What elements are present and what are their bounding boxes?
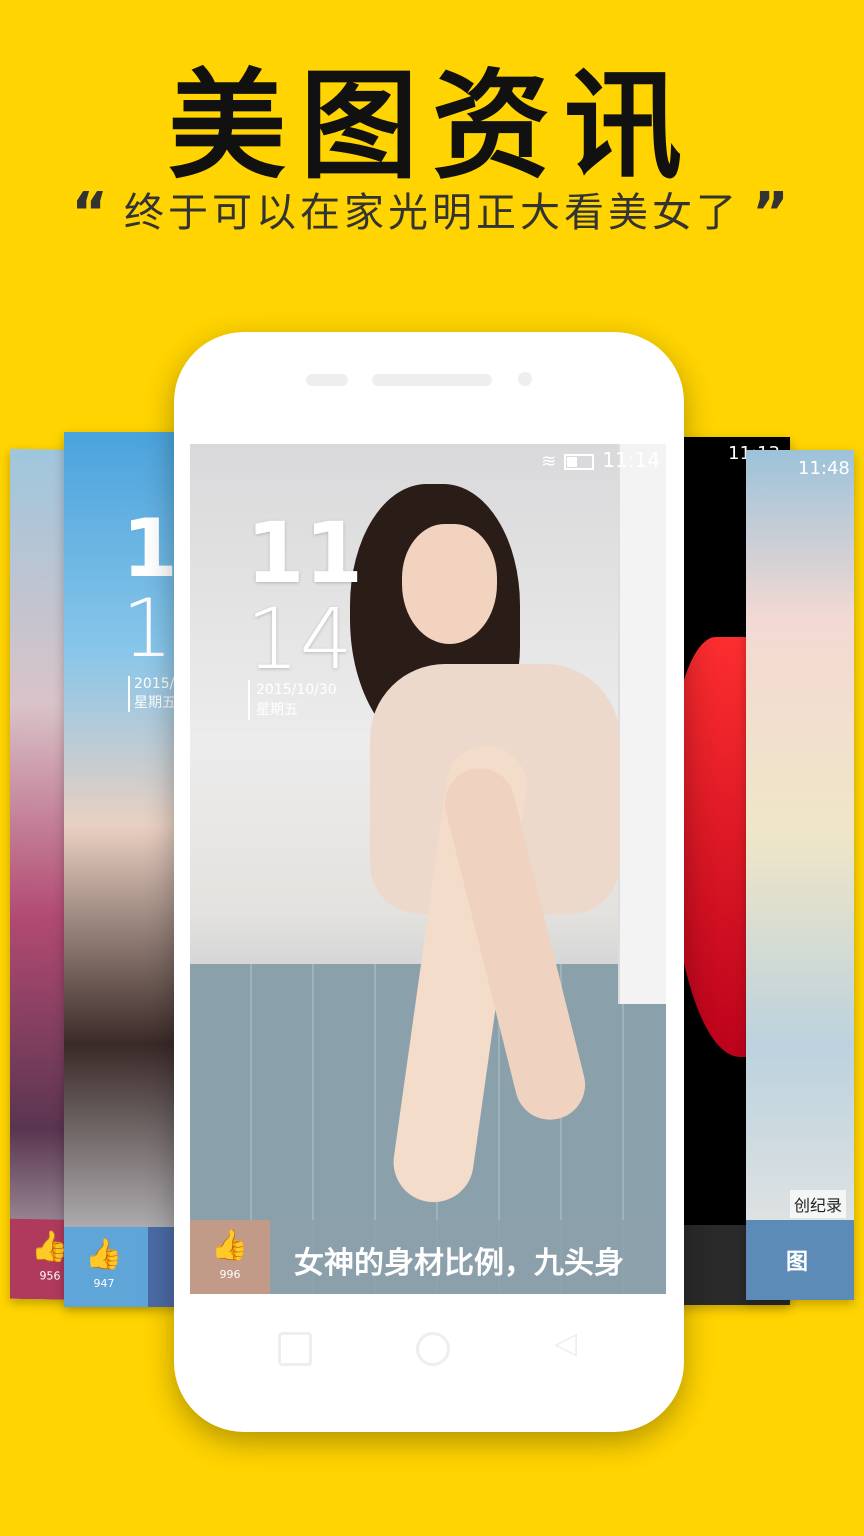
thumbs-up-icon: 👍 (211, 1228, 249, 1263)
caption-text[interactable]: 女神的身材比例，九头身 (294, 1238, 624, 1282)
tagline: “ 终于可以在家光明正大看美女了 ” (0, 180, 864, 246)
clock-minute: 14 (246, 590, 353, 688)
like-count: 996 (219, 1268, 241, 1281)
wall-corner (618, 444, 666, 1004)
status-time: 11:14 (602, 448, 660, 472)
like-count: 947 (93, 1277, 115, 1290)
like-button[interactable]: 👍 947 (64, 1227, 144, 1307)
card-label: 创纪录 (790, 1190, 847, 1218)
card-caption: 图 (786, 1250, 809, 1275)
thumbs-up-icon: 👍 (85, 1237, 123, 1272)
lockscreen[interactable]: ≋ 11:14 11 14 2015/10/30 星期五 👍 996 女神的身材比… (190, 444, 666, 1294)
card-bottom-bar: 图 (746, 1220, 854, 1300)
date-block: 2015/10/30 星期五 (248, 680, 337, 720)
wifi-icon: ≋ (541, 451, 557, 472)
front-camera (518, 372, 532, 386)
tagline-text: 终于可以在家光明正大看美女了 (124, 190, 740, 236)
recents-nav-icon[interactable] (278, 1332, 312, 1366)
phone-mockup: ≋ 11:14 11 14 2015/10/30 星期五 👍 996 女神的身材比… (174, 332, 684, 1432)
battery-icon (564, 453, 595, 470)
status-bar: ≋ 11:14 (541, 448, 660, 472)
open-quote: “ (71, 181, 112, 246)
card-status-time: 11:48 (798, 458, 850, 479)
weekday-text: 星期五 (256, 702, 298, 718)
caption-bar[interactable]: 👍 996 女神的身材比例，九头身 (190, 1220, 666, 1294)
date-text: 2015/10/30 (256, 682, 337, 698)
sensor (306, 374, 348, 386)
clock-hour: 11 (246, 504, 363, 602)
close-quote: ” (752, 181, 793, 246)
model-face (402, 524, 497, 644)
back-nav-icon[interactable]: ◁ (554, 1326, 577, 1361)
like-button[interactable]: 👍 996 (190, 1220, 270, 1294)
home-nav-icon[interactable] (416, 1332, 450, 1366)
wallpaper-card-far-right[interactable]: 11:48 创纪录 图 (746, 450, 854, 1300)
headline-title: 美图资讯 (167, 57, 696, 195)
like-count: 956 (39, 1269, 61, 1283)
earpiece-speaker (372, 374, 492, 386)
card-clock-minute: 1 (122, 582, 173, 675)
